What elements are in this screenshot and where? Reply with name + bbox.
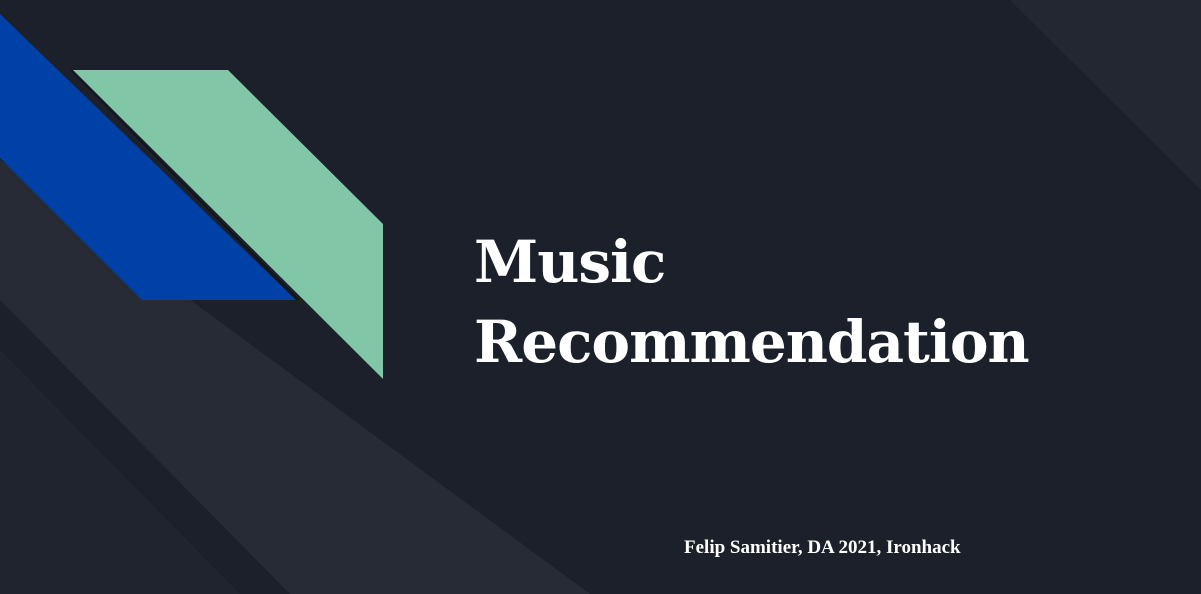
slide-title: Music Recommendation (474, 222, 1030, 382)
slide-title-line-1: Music (474, 228, 666, 296)
slide-title-line-2: Recommendation (474, 308, 1030, 376)
bg-band-top-right (1010, 0, 1201, 190)
title-slide: Music Recommendation Felip Samitier, DA … (0, 0, 1201, 594)
slide-subtitle: Felip Samitier, DA 2021, Ironhack (684, 537, 961, 558)
